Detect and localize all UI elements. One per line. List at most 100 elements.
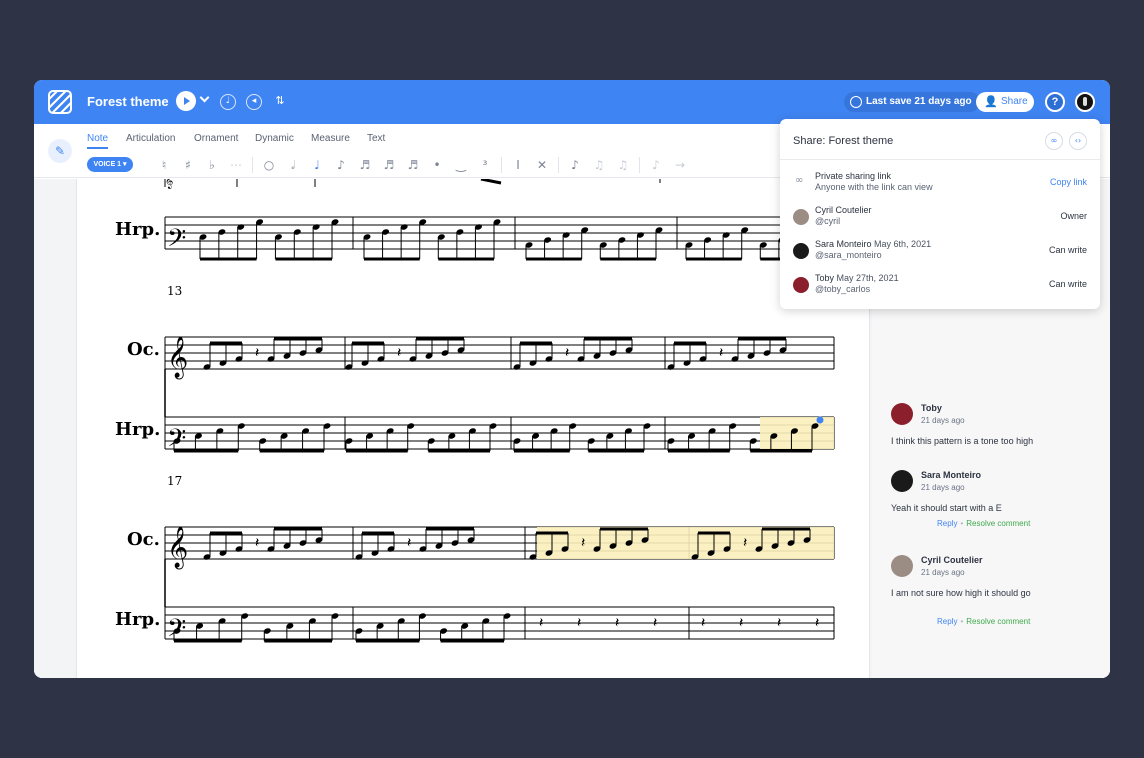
score-svg: 𝄞 𝄞 𝄢 𝄢 𝄢 𝄞 𝄽𝄽𝄽𝄽𝄽𝄽𝄽𝄽𝄽𝄽𝄽𝄽𝄽𝄽𝄽𝄽 [164,179,871,649]
comment-text: Yeah it should start with a E [891,503,1002,513]
natural-icon[interactable]: ♮ [152,158,176,172]
stem-icon[interactable]: ♪ [644,158,668,172]
whole-note-icon[interactable]: ○ [257,158,281,172]
instrument-label-harp: Hrp. [115,219,161,240]
divider [252,157,253,173]
tuplet-icon[interactable]: ⋯ [224,158,248,172]
rest[interactable]: 𝄽 [255,535,259,551]
flat-icon[interactable]: ♭ [200,158,224,172]
beam-icon[interactable]: ♫ [587,158,611,172]
comment-text: I think this pattern is a tone too high [891,436,1034,446]
member-name-text: Cyril Coutelier [815,205,872,215]
clock-icon [850,96,862,108]
tab-measure[interactable]: Measure [311,133,350,144]
copy-link-button[interactable]: Copy link [1050,177,1087,187]
member-role-select[interactable]: Can write [1049,279,1087,289]
rest[interactable]: 𝄽 [815,615,819,631]
tab-note[interactable]: Note [87,133,109,149]
rest[interactable]: 𝄽 [739,615,743,631]
member-name: Sara Monteiro May 6th, 2021 [815,239,931,249]
instrument-label-harp: Hrp. [115,419,161,440]
tab-dynamic[interactable]: Dynamic [255,133,294,144]
beam-split-icon[interactable]: ♫ [611,158,635,172]
rest[interactable]: 𝄽 [565,345,569,361]
rest[interactable]: 𝄽 [653,615,657,631]
rest[interactable]: 𝄽 [397,345,401,361]
score-page[interactable]: 𝄞 𝄞 𝄢 𝄢 𝄢 𝄞 𝄽𝄽𝄽𝄽𝄽𝄽𝄽𝄽𝄽𝄽𝄽𝄽𝄽𝄽𝄽𝄽 Hrp. 13 Oc.… [76,179,871,678]
divider [501,157,502,173]
tab-articulation[interactable]: Articulation [126,133,175,144]
rest[interactable]: 𝄽 [407,535,411,551]
private-link-row: ∞ Private sharing link Anyone with the l… [780,169,1100,199]
mixer-icon[interactable]: ⇅ [272,94,288,110]
instrument-label-harp: Hrp. [115,609,161,630]
resolve-comment-button[interactable]: Resolve comment [966,519,1030,528]
comment-time: 21 days ago [921,568,965,577]
rest[interactable]: 𝄽 [581,535,585,551]
rest[interactable]: 𝄽 [777,615,781,631]
comment-actions: Reply • Resolve comment [937,617,1030,626]
avatar[interactable] [891,403,913,425]
chevron-down-icon[interactable] [199,92,210,103]
comment-author: Sara Monteiro [921,470,982,480]
selected-note[interactable] [816,416,824,424]
triplet-icon[interactable]: ³ [473,158,497,172]
share-panel-title: Share: Forest theme [793,135,894,147]
eighth-note-icon[interactable]: ♪ [329,158,353,172]
instrument-label-oc: Oc. [127,529,160,550]
dot-icon[interactable]: • [425,158,449,172]
cursor-icon[interactable]: I [506,158,530,172]
sixty-fourth-note-icon[interactable]: ♬ [401,158,425,172]
member-role-select[interactable]: Can write [1049,245,1087,255]
instrument-label-oc: Oc. [127,339,160,360]
thirty-second-note-icon[interactable]: ♬ [377,158,401,172]
member-handle: @cyril [815,216,841,226]
play-button[interactable] [176,91,196,111]
sixteenth-note-icon[interactable]: ♬ [353,158,377,172]
svg-text:𝄞: 𝄞 [167,526,188,569]
embed-code-icon[interactable]: ‹› [1069,132,1087,150]
resolve-comment-button[interactable]: Resolve comment [966,617,1030,626]
rest[interactable]: 𝄽 [719,345,723,361]
avatar[interactable] [891,470,913,492]
arrow-icon[interactable]: → [668,158,692,172]
comment-author: Cyril Coutelier [921,555,983,565]
svg-text:𝄞: 𝄞 [167,336,188,379]
voice-selector[interactable]: VOICE 1 ▾ [87,157,133,172]
pen-icon[interactable]: ✎ [48,139,72,163]
tie-icon[interactable]: ‿ [449,158,473,172]
tab-ornament[interactable]: Ornament [194,133,238,144]
grace-note-icon[interactable]: ♪ [563,158,587,172]
metronome-icon[interactable]: ♩ [220,94,236,110]
comment-time: 21 days ago [921,416,965,425]
measure-number: 13 [167,284,183,298]
member-role: Owner [1060,211,1087,221]
app-logo-icon[interactable] [48,90,72,114]
last-save-badge[interactable]: Last save 21 days ago [844,92,980,112]
link-icon[interactable]: ∞ [1045,132,1063,150]
svg-text:𝄢: 𝄢 [167,224,186,259]
half-note-icon[interactable]: 𝅗𝅥 [281,158,305,173]
reply-button[interactable]: Reply [937,617,957,626]
help-button[interactable]: ? [1045,92,1065,112]
rest[interactable]: 𝄽 [539,615,543,631]
share-button[interactable]: 👤 Share [976,92,1034,112]
tab-text[interactable]: Text [367,133,385,144]
rest[interactable]: 𝄽 [577,615,581,631]
comment-text: I am not sure how high it should go [891,588,1031,598]
member-row: Toby May 27th, 2021 @toby_carlos Can wri… [780,271,1100,301]
sharp-icon[interactable]: ♯ [176,158,200,172]
document-title[interactable]: Forest theme [87,94,169,109]
avatar[interactable] [1075,92,1095,112]
rest[interactable]: 𝄽 [615,615,619,631]
rest[interactable]: 𝄽 [743,535,747,551]
avatar[interactable] [891,555,913,577]
volume-icon[interactable]: ◂ [246,94,262,110]
app-window: Forest theme ♩ ◂ ⇅ Last save 21 days ago… [34,80,1110,678]
svg-text:𝄞: 𝄞 [165,179,173,189]
rest[interactable]: 𝄽 [701,615,705,631]
reply-button[interactable]: Reply [937,519,957,528]
delete-note-icon[interactable]: ✕ [530,158,554,172]
quarter-note-icon[interactable]: ♩ [305,158,329,172]
rest[interactable]: 𝄽 [255,345,259,361]
